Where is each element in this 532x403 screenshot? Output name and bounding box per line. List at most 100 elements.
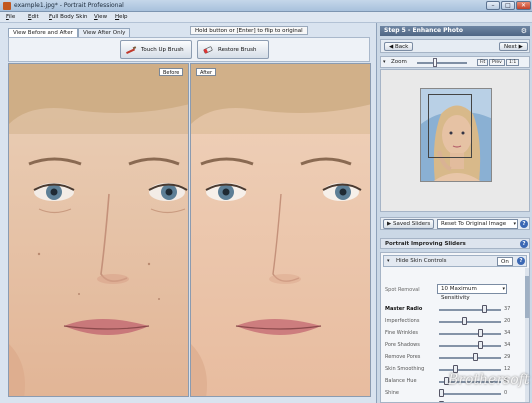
navigator-view-frame[interactable] xyxy=(428,94,472,158)
menu-view[interactable]: View xyxy=(94,14,107,20)
close-button[interactable]: ✕ xyxy=(516,1,531,10)
control-pane: Step 5 - Enhance Photo ⚙ ◀ Back Next ▶ ▾… xyxy=(376,23,532,403)
skin-slider-track[interactable] xyxy=(439,345,501,347)
spot-removal-value: 10 Maximum Sensitivity xyxy=(441,286,477,301)
after-photo[interactable]: After xyxy=(190,63,371,397)
skin-slider-value: 29 xyxy=(504,354,511,360)
skin-slider-label: Skin Smoothing xyxy=(385,366,425,372)
reset-select-value: Reset To Original Image xyxy=(441,221,507,227)
next-label: Next xyxy=(504,44,517,50)
skin-slider-track[interactable] xyxy=(439,333,501,335)
skin-slider-label: Remove Pores xyxy=(385,354,421,360)
skin-slider-label: Fine Wrinkles xyxy=(385,330,419,336)
hide-skin-controls-label: Hide Skin Controls xyxy=(396,258,447,264)
zoom-actual-button[interactable]: 1:1 xyxy=(506,59,520,66)
skin-slider-label: Imperfections xyxy=(385,318,420,324)
skin-slider-track[interactable] xyxy=(439,369,501,371)
skin-slider-thumb[interactable] xyxy=(478,329,484,337)
skin-slider-thumb[interactable] xyxy=(439,389,444,397)
help-icon[interactable]: ? xyxy=(520,220,528,228)
zoom-slider-track[interactable] xyxy=(417,62,467,64)
collapse-icon[interactable]: ▾ xyxy=(387,258,390,264)
step-navigation: ◀ Back Next ▶ xyxy=(380,39,530,53)
tab-before-after[interactable]: View Before and After xyxy=(8,28,78,37)
hide-skin-controls-row[interactable]: ▾ Hide Skin Controls On ? xyxy=(383,255,527,267)
after-label: After xyxy=(196,68,217,76)
skin-slider-value: 34 xyxy=(504,330,511,336)
reset-select[interactable]: Reset To Original Image ▾ xyxy=(437,219,518,229)
skin-on-button[interactable]: On xyxy=(497,257,513,266)
skin-slider-row: Imperfections 20 xyxy=(381,317,525,327)
menu-file[interactable]: File xyxy=(6,14,15,20)
brothersoft-watermark: Brothersoft xyxy=(448,372,530,388)
skin-slider-value: 20 xyxy=(504,318,511,324)
skin-slider-row: Fine Wrinkles 34 xyxy=(381,329,525,339)
touch-up-brush-button[interactable]: Touch Up Brush xyxy=(120,40,192,59)
skin-slider-track[interactable] xyxy=(439,309,501,311)
before-face-image xyxy=(9,64,188,396)
portrait-sliders-title: Portrait Improving Sliders xyxy=(385,241,466,247)
saved-sliders-label: Saved Sliders xyxy=(392,221,431,227)
zoom-control: ▾ Zoom Fit Prev 1:1 xyxy=(380,56,530,68)
skin-slider-row: Pore Shadows 34 xyxy=(381,341,525,351)
tab-after-only[interactable]: View After Only xyxy=(78,28,131,37)
skin-slider-value: 37 xyxy=(504,306,511,312)
photo-navigator xyxy=(380,69,530,212)
next-arrow-icon: ▶ xyxy=(516,44,523,50)
step-title: Step 5 - Enhance Photo ⚙ xyxy=(380,26,530,36)
portrait-sliders-header: Portrait Improving Sliders ? xyxy=(380,238,530,249)
menu-edit[interactable]: Edit xyxy=(28,14,39,20)
zoom-fit-button[interactable]: Fit xyxy=(477,59,489,66)
maximize-button[interactable]: □ xyxy=(501,1,515,10)
gear-icon[interactable]: ⚙ xyxy=(521,27,527,35)
skin-slider-thumb[interactable] xyxy=(481,305,487,313)
spot-removal-select[interactable]: 10 Maximum Sensitivity ▾ xyxy=(437,284,507,301)
skin-slider-value: 0 xyxy=(504,390,508,396)
skin-slider-label: Master Radio xyxy=(385,306,423,312)
chevron-down-icon: ▾ xyxy=(502,286,505,292)
window-title: example1.jpg* - Portrait Professional xyxy=(14,2,124,9)
back-button[interactable]: ◀ Back xyxy=(384,42,414,51)
skin-slider-track[interactable] xyxy=(439,393,501,395)
portrait-sliders-help-icon[interactable]: ? xyxy=(520,240,528,248)
saved-sliders-button[interactable]: ▶ Saved Sliders xyxy=(383,219,435,229)
skin-slider-track[interactable] xyxy=(439,321,501,323)
skin-slider-track[interactable] xyxy=(439,357,501,359)
before-photo[interactable]: Before xyxy=(8,63,189,397)
after-face-image xyxy=(191,64,370,396)
skin-slider-thumb[interactable] xyxy=(462,317,468,325)
skin-slider-thumb[interactable] xyxy=(478,341,484,349)
chevron-down-icon: ▾ xyxy=(513,221,516,227)
menu-help[interactable]: Help xyxy=(115,14,128,20)
spot-removal-label: Spot Removal xyxy=(385,287,420,293)
scrollbar-thumb[interactable] xyxy=(525,276,529,318)
before-label: Before xyxy=(159,68,184,76)
brush-toolbar: Touch Up Brush Restore Brush xyxy=(8,37,370,62)
next-button[interactable]: Next ▶ xyxy=(499,42,528,51)
saved-sliders-row: ▶ Saved Sliders Reset To Original Image … xyxy=(380,217,530,230)
restore-brush-button[interactable]: Restore Brush xyxy=(197,40,269,59)
skin-slider-value: 34 xyxy=(504,342,511,348)
editor-pane: View Before and After View After Only Ho… xyxy=(0,23,376,403)
restore-brush-label: Restore Brush xyxy=(218,47,257,53)
zoom-label: Zoom xyxy=(391,59,407,65)
zoom-slider-thumb[interactable] xyxy=(433,58,438,67)
skin-slider-row: Shine 0 xyxy=(381,389,525,399)
restore-brush-icon xyxy=(203,46,213,54)
step-title-text: Step 5 - Enhance Photo xyxy=(384,27,463,34)
app-icon xyxy=(3,2,11,10)
back-label: Back xyxy=(394,44,409,50)
skin-slider-label: Shine xyxy=(385,390,399,396)
skin-help-icon[interactable]: ? xyxy=(517,257,525,265)
skin-slider-thumb[interactable] xyxy=(472,353,478,361)
touch-up-brush-label: Touch Up Brush xyxy=(141,47,184,53)
menu-bar: File Edit Full Body Skin View Help xyxy=(0,12,532,23)
minimize-button[interactable]: – xyxy=(486,1,500,10)
zoom-prev-button[interactable]: Prev xyxy=(489,59,505,66)
menu-full-body-skin[interactable]: Full Body Skin xyxy=(49,14,88,20)
skin-slider-label: Pore Shadows xyxy=(385,342,420,348)
flip-hint: Hold button or [Enter] to flip to origin… xyxy=(190,26,308,35)
title-bar: example1.jpg* - Portrait Professional – … xyxy=(0,0,532,12)
zoom-collapse-icon[interactable]: ▾ xyxy=(383,59,386,65)
touch-up-brush-icon xyxy=(126,46,137,55)
